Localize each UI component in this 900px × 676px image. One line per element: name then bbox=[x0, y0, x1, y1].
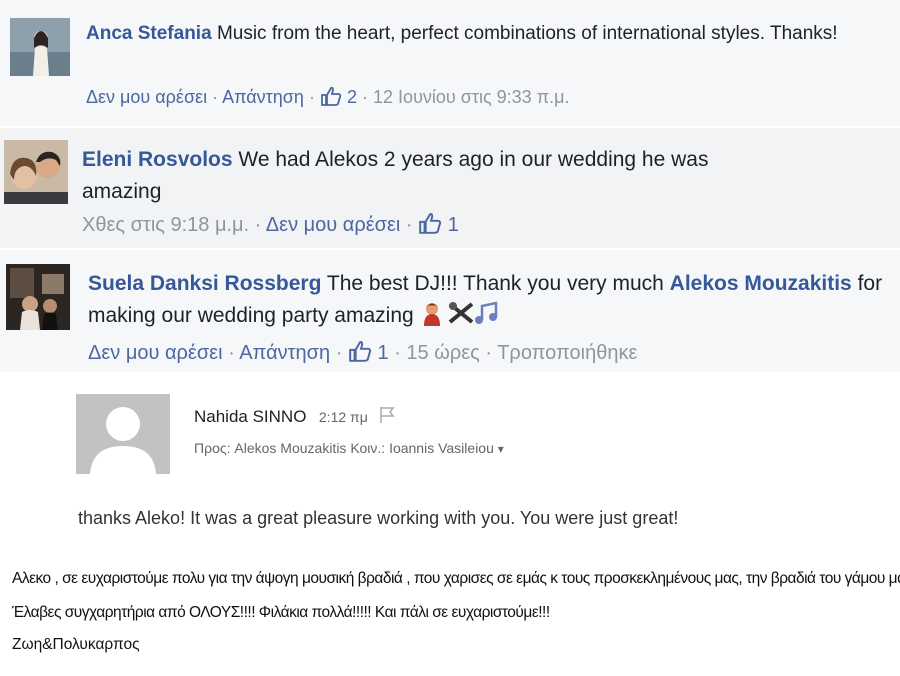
comment-eleni: Eleni Rosvolos We had Alekos 2 years ago… bbox=[0, 128, 900, 248]
comment-anca: Anca Stefania Music from the heart, perf… bbox=[0, 0, 900, 126]
thumbs-up-icon bbox=[320, 86, 342, 111]
comment-author[interactable]: Anca Stefania bbox=[86, 23, 212, 44]
edited-label[interactable]: Τροποποιήθηκε bbox=[497, 342, 637, 364]
sender-avatar bbox=[76, 394, 170, 474]
avatar[interactable] bbox=[6, 264, 70, 330]
note-line-2: Έλαβες συγχαρητήρια από ΟΛΟΥΣ!!!! Φιλάκι… bbox=[12, 604, 550, 621]
comment-actions: Δεν μου αρέσει · Απάντηση · 2 · 12 Ιουνί… bbox=[86, 86, 569, 111]
email-sender[interactable]: Nahida SINNO bbox=[194, 407, 306, 426]
unlike-link[interactable]: Δεν μου αρέσει bbox=[266, 214, 401, 236]
reply-link[interactable]: Απάντηση bbox=[222, 87, 304, 107]
thumbs-up-icon bbox=[348, 340, 372, 368]
unlike-link[interactable]: Δεν μου αρέσει bbox=[88, 342, 223, 364]
like-count[interactable]: 2 bbox=[347, 87, 357, 107]
comment-time[interactable]: Χθες στις 9:18 μ.μ. bbox=[82, 214, 249, 236]
like-count[interactable]: 1 bbox=[448, 214, 459, 236]
cc-label: Κοιν.: bbox=[350, 440, 386, 456]
comment-text: Music from the heart, perfect combinatio… bbox=[216, 23, 838, 44]
comment-body: Anca Stefania Music from the heart, perf… bbox=[86, 19, 886, 48]
mention-link[interactable]: Mouzakitis bbox=[744, 272, 851, 295]
email-time: 2:12 πμ bbox=[318, 409, 368, 425]
comment-time[interactable]: 12 Ιουνίου στις 9:33 π.μ. bbox=[373, 87, 569, 107]
reply-link[interactable]: Απάντηση bbox=[239, 342, 330, 364]
comment-body: Suela Danksi Rossberg The best DJ!!! Tha… bbox=[88, 268, 898, 336]
comment-body: Eleni Rosvolos We had Alekos 2 years ago… bbox=[82, 144, 882, 208]
comment-author[interactable]: Suela Danksi Rossberg bbox=[88, 272, 321, 295]
comment-actions: Χθες στις 9:18 μ.μ. · Δεν μου αρέσει · 1 bbox=[82, 212, 459, 240]
comment-suela: Suela Danksi Rossberg The best DJ!!! Tha… bbox=[0, 250, 900, 372]
emoji-icons bbox=[420, 300, 516, 336]
email-recipients: Προς: Alekos Mouzakitis Κοιν.: Ioannis V… bbox=[194, 440, 504, 456]
thumbs-up-icon bbox=[418, 212, 442, 240]
comment-text: The best DJ!!! Thank you very much bbox=[326, 272, 664, 295]
comment-time[interactable]: 15 ώρες bbox=[406, 342, 479, 364]
note-line-1: Αλεκο , σε ευχαριστούμε πολυ για την άψο… bbox=[12, 570, 900, 587]
mention-link[interactable]: Alekos bbox=[670, 272, 739, 295]
expand-chevron-icon[interactable]: ▾ bbox=[498, 442, 504, 456]
comment-text-cont: amazing bbox=[82, 180, 162, 203]
comment-actions: Δεν μου αρέσει · Απάντηση · 1 · 15 ώρες … bbox=[88, 340, 637, 368]
email-body: thanks Aleko! It was a great pleasure wo… bbox=[78, 508, 679, 528]
avatar[interactable] bbox=[10, 18, 70, 76]
note-signature: Ζωη&Πολυκαρπος bbox=[12, 636, 140, 653]
flag-icon[interactable] bbox=[378, 406, 396, 429]
comment-text: We had Alekos 2 years ago in our wedding… bbox=[238, 148, 709, 171]
like-count[interactable]: 1 bbox=[378, 342, 389, 364]
cc-recipient[interactable]: Ioannis Vasileiou bbox=[389, 440, 494, 456]
to-label: Προς: bbox=[194, 440, 231, 456]
comment-author[interactable]: Eleni Rosvolos bbox=[82, 148, 233, 171]
email-message: Nahida SINNO 2:12 πμ Προς: Alekos Mouzak… bbox=[0, 372, 900, 542]
avatar[interactable] bbox=[4, 140, 68, 204]
guest-note: Αλεκο , σε ευχαριστούμε πολυ για την άψο… bbox=[0, 548, 900, 676]
email-header: Nahida SINNO 2:12 πμ bbox=[194, 406, 396, 429]
unlike-link[interactable]: Δεν μου αρέσει bbox=[86, 87, 207, 107]
to-recipient[interactable]: Alekos Mouzakitis bbox=[234, 440, 346, 456]
